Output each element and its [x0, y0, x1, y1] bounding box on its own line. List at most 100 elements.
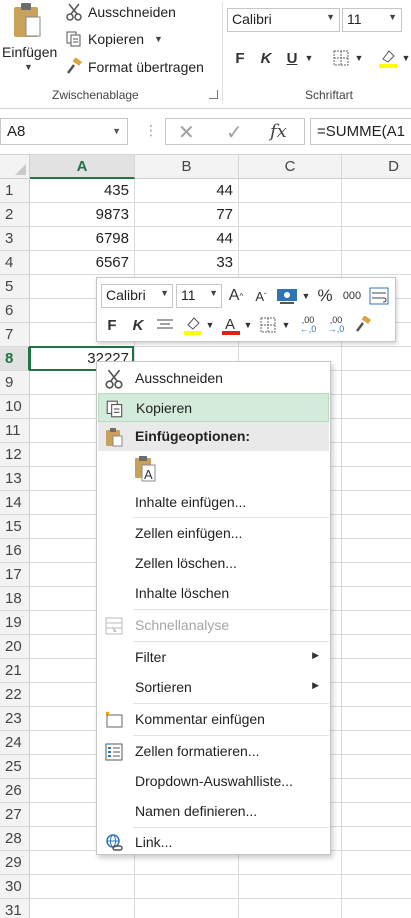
menu-item-format-cells[interactable]: Zellen formatieren... — [98, 737, 329, 766]
menu-item-delete-cells[interactable]: Zellen löschen... — [98, 549, 329, 578]
cell-a3[interactable]: 6798 — [30, 227, 135, 251]
increase-decimal-button[interactable]: ,00 ←,0 — [295, 313, 321, 337]
formula-input[interactable]: =SUMME(A1 — [310, 118, 411, 145]
cell-b31[interactable] — [135, 899, 239, 918]
cell-d19[interactable] — [342, 611, 411, 635]
dialog-launcher-icon[interactable] — [209, 90, 218, 99]
font-color-icon[interactable]: A — [219, 313, 243, 337]
paintbrush-icon[interactable] — [352, 313, 374, 337]
column-header-c[interactable]: C — [239, 155, 342, 179]
cell-d24[interactable] — [342, 731, 411, 755]
row-header[interactable]: 6 — [0, 299, 30, 323]
row-header[interactable]: 16 — [0, 539, 30, 563]
row-header[interactable]: 2 — [0, 203, 30, 227]
menu-item-insert-comment[interactable]: Kommentar einfügen — [98, 705, 329, 734]
cell-d30[interactable] — [342, 875, 411, 899]
border-icon[interactable] — [257, 313, 279, 337]
row-header[interactable]: 1 — [0, 179, 30, 203]
shrink-font-button[interactable]: Aˇ — [252, 284, 270, 308]
percent-button[interactable]: % — [315, 284, 335, 308]
function-icon[interactable]: fx — [270, 121, 287, 142]
cell-b1[interactable]: 44 — [135, 179, 239, 203]
wrap-text-icon[interactable] — [368, 284, 390, 308]
menu-item-filter[interactable]: Filter ▶ — [98, 643, 329, 672]
cell-c3[interactable] — [239, 227, 342, 251]
select-all-button[interactable] — [0, 155, 30, 179]
copy-button[interactable]: Kopieren ▼ — [64, 28, 163, 50]
cell-d31[interactable] — [342, 899, 411, 918]
cell-a2[interactable]: 9873 — [30, 203, 135, 227]
column-header-b[interactable]: B — [135, 155, 239, 179]
row-header[interactable]: 29 — [0, 851, 30, 875]
menu-item-paste-special[interactable]: Inhalte einfügen... — [98, 488, 329, 517]
cell-d25[interactable] — [342, 755, 411, 779]
row-header[interactable]: 11 — [0, 419, 30, 443]
mini-italic-button[interactable]: K — [129, 313, 147, 337]
cell-d14[interactable] — [342, 491, 411, 515]
paste-option-button[interactable]: A — [133, 455, 159, 483]
cell-a1[interactable]: 435 — [30, 179, 135, 203]
highlight-color-icon[interactable] — [376, 46, 400, 70]
italic-button[interactable]: K — [258, 46, 274, 70]
menu-item-dropdown-list[interactable]: Dropdown-Auswahlliste... — [98, 767, 329, 796]
cancel-icon[interactable]: ✕ — [178, 120, 195, 145]
row-header[interactable]: 4 — [0, 251, 30, 275]
chevron-down-icon[interactable]: ▼ — [112, 126, 121, 136]
cell-d21[interactable] — [342, 659, 411, 683]
menu-item-clear-contents[interactable]: Inhalte löschen — [98, 579, 329, 608]
cell-d9[interactable] — [342, 371, 411, 395]
cell-d1[interactable] — [342, 179, 411, 203]
chevron-down-icon[interactable]: ▼ — [209, 288, 218, 298]
cell-d23[interactable] — [342, 707, 411, 731]
fill-color-icon[interactable] — [181, 313, 205, 337]
cell-d20[interactable] — [342, 635, 411, 659]
thousands-separator-button[interactable]: 000 — [340, 284, 364, 308]
cell-d28[interactable] — [342, 827, 411, 851]
mini-font-name-combo[interactable]: Calibri ▼ — [101, 284, 173, 308]
cell-c31[interactable] — [239, 899, 342, 918]
row-header[interactable]: 31 — [0, 899, 30, 918]
cell-d13[interactable] — [342, 467, 411, 491]
cell-c2[interactable] — [239, 203, 342, 227]
paste-button[interactable]: Einfügen ▼ — [0, 0, 60, 84]
menu-item-insert-cells[interactable]: Zellen einfügen... — [98, 519, 329, 548]
row-header[interactable]: 5 — [0, 275, 30, 299]
font-size-combo[interactable]: 11 ▼ — [342, 8, 402, 32]
cell-c4[interactable] — [239, 251, 342, 275]
cut-button[interactable]: Ausschneiden — [64, 1, 176, 23]
format-painter-button[interactable]: Format übertragen — [64, 56, 204, 78]
row-header[interactable]: 9 — [0, 371, 30, 395]
chevron-down-icon[interactable]: ▼ — [326, 12, 335, 22]
cell-c1[interactable] — [239, 179, 342, 203]
name-box[interactable]: A8 ▼ — [0, 118, 128, 145]
decrease-decimal-button[interactable]: ,00 →,0 — [323, 313, 349, 337]
cell-a30[interactable] — [30, 875, 135, 899]
menu-item-cut[interactable]: Ausschneiden — [98, 364, 329, 393]
row-header[interactable]: 25 — [0, 755, 30, 779]
row-header[interactable]: 18 — [0, 587, 30, 611]
cell-d17[interactable] — [342, 563, 411, 587]
cell-d18[interactable] — [342, 587, 411, 611]
column-header-d[interactable]: D — [342, 155, 411, 179]
row-header[interactable]: 7 — [0, 323, 30, 347]
grow-font-button[interactable]: A ^ — [227, 284, 245, 308]
menu-item-sort[interactable]: Sortieren ▶ — [98, 673, 329, 702]
cell-b3[interactable]: 44 — [135, 227, 239, 251]
menu-item-link[interactable]: Link... — [98, 828, 329, 857]
cell-b2[interactable]: 77 — [135, 203, 239, 227]
row-header[interactable]: 28 — [0, 827, 30, 851]
cell-b30[interactable] — [135, 875, 239, 899]
chevron-down-icon[interactable]: ▼ — [301, 284, 311, 308]
menu-item-define-name[interactable]: Namen definieren... — [98, 797, 329, 826]
cell-d2[interactable] — [342, 203, 411, 227]
row-header[interactable]: 12 — [0, 443, 30, 467]
row-header[interactable]: 30 — [0, 875, 30, 899]
row-header[interactable]: 14 — [0, 491, 30, 515]
row-header[interactable]: 27 — [0, 803, 30, 827]
cell-b4[interactable]: 33 — [135, 251, 239, 275]
chevron-down-icon[interactable]: ▼ — [243, 313, 253, 337]
row-header[interactable]: 10 — [0, 395, 30, 419]
chevron-down-icon[interactable]: ▼ — [281, 313, 291, 337]
cell-d4[interactable] — [342, 251, 411, 275]
cell-d15[interactable] — [342, 515, 411, 539]
